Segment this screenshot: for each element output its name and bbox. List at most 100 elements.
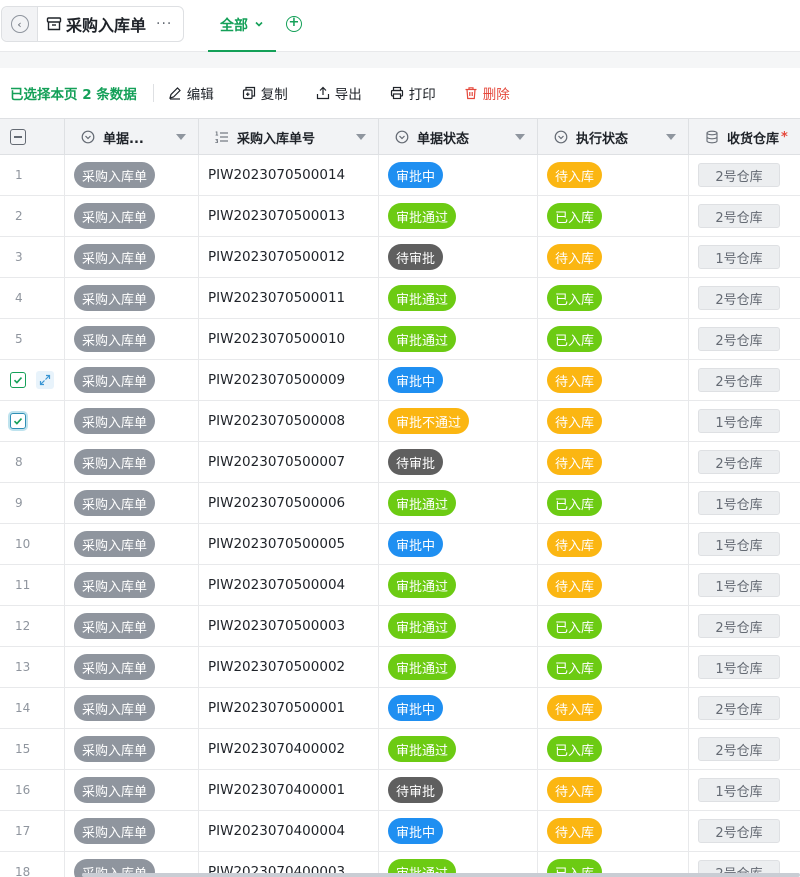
- warehouse-cell[interactable]: 1号仓库: [689, 770, 800, 810]
- more-options-button[interactable]: ···: [156, 16, 172, 32]
- column-menu-caret-icon[interactable]: [666, 134, 676, 140]
- print-button[interactable]: 打印: [390, 83, 436, 103]
- doc-status-cell[interactable]: 审批通过: [379, 319, 538, 359]
- header-select-all[interactable]: [0, 119, 65, 155]
- horizontal-scrollbar[interactable]: [82, 873, 800, 877]
- edit-button[interactable]: 编辑: [168, 83, 214, 103]
- table-row[interactable]: 10 采购入库单 PIW2023070500005 审批中 待入库 1号仓库: [0, 524, 800, 565]
- exec-status-cell[interactable]: 待入库: [538, 401, 689, 441]
- doc-status-cell[interactable]: 审批通过: [379, 565, 538, 605]
- exec-status-cell[interactable]: 待入库: [538, 360, 689, 400]
- exec-status-cell[interactable]: 已入库: [538, 196, 689, 236]
- table-row[interactable]: 15 采购入库单 PIW2023070400002 审批通过 已入库 2号仓库: [0, 729, 800, 770]
- table-row[interactable]: 2 采购入库单 PIW2023070500013 审批通过 已入库 2号仓库: [0, 196, 800, 237]
- doc-type-cell[interactable]: 采购入库单: [65, 565, 199, 605]
- doc-status-cell[interactable]: 审批不通过: [379, 401, 538, 441]
- table-row[interactable]: 12 采购入库单 PIW2023070500003 审批通过 已入库 2号仓库: [0, 606, 800, 647]
- doc-type-cell[interactable]: 采购入库单: [65, 155, 199, 195]
- warehouse-cell[interactable]: 2号仓库: [689, 360, 800, 400]
- doc-type-cell[interactable]: 采购入库单: [65, 811, 199, 851]
- warehouse-cell[interactable]: 1号仓库: [689, 647, 800, 687]
- doc-number-cell[interactable]: PIW2023070500002: [199, 647, 379, 687]
- exec-status-cell[interactable]: 待入库: [538, 524, 689, 564]
- doc-type-cell[interactable]: 采购入库单: [65, 237, 199, 277]
- doc-type-cell[interactable]: 采购入库单: [65, 483, 199, 523]
- doc-type-cell[interactable]: 采购入库单: [65, 278, 199, 318]
- doc-number-cell[interactable]: PIW2023070500006: [199, 483, 379, 523]
- exec-status-cell[interactable]: 已入库: [538, 729, 689, 769]
- warehouse-cell[interactable]: 2号仓库: [689, 319, 800, 359]
- exec-status-cell[interactable]: 待入库: [538, 770, 689, 810]
- column-header-doc-type[interactable]: 单据...: [65, 119, 199, 155]
- doc-number-cell[interactable]: PIW2023070500011: [199, 278, 379, 318]
- doc-status-cell[interactable]: 审批通过: [379, 196, 538, 236]
- warehouse-cell[interactable]: 2号仓库: [689, 811, 800, 851]
- doc-type-cell[interactable]: 采购入库单: [65, 401, 199, 441]
- row-select-cell[interactable]: [0, 401, 65, 441]
- doc-status-cell[interactable]: 审批通过: [379, 729, 538, 769]
- exec-status-cell[interactable]: 待入库: [538, 688, 689, 728]
- warehouse-cell[interactable]: 2号仓库: [689, 155, 800, 195]
- doc-type-cell[interactable]: 采购入库单: [65, 319, 199, 359]
- exec-status-cell[interactable]: 已入库: [538, 278, 689, 318]
- doc-status-cell[interactable]: 审批中: [379, 360, 538, 400]
- column-header-warehouse[interactable]: 收货仓库 *: [689, 119, 800, 155]
- back-button[interactable]: ‹: [2, 7, 38, 41]
- column-menu-caret-icon[interactable]: [176, 134, 186, 140]
- doc-type-cell[interactable]: 采购入库单: [65, 524, 199, 564]
- doc-number-cell[interactable]: PIW2023070400001: [199, 770, 379, 810]
- doc-status-cell[interactable]: 审批中: [379, 524, 538, 564]
- doc-type-cell[interactable]: 采购入库单: [65, 196, 199, 236]
- table-row[interactable]: 1 采购入库单 PIW2023070500014 审批中 待入库 2号仓库: [0, 155, 800, 196]
- doc-type-cell[interactable]: 采购入库单: [65, 360, 199, 400]
- doc-number-cell[interactable]: PIW2023070500003: [199, 606, 379, 646]
- doc-number-cell[interactable]: PIW2023070500007: [199, 442, 379, 482]
- exec-status-cell[interactable]: 待入库: [538, 155, 689, 195]
- table-row[interactable]: 9 采购入库单 PIW2023070500006 审批通过 已入库 1号仓库: [0, 483, 800, 524]
- warehouse-cell[interactable]: 1号仓库: [689, 565, 800, 605]
- copy-button[interactable]: 复制: [242, 83, 288, 103]
- exec-status-cell[interactable]: 待入库: [538, 811, 689, 851]
- warehouse-cell[interactable]: 2号仓库: [689, 278, 800, 318]
- row-select-cell[interactable]: [0, 360, 65, 400]
- doc-status-cell[interactable]: 待审批: [379, 770, 538, 810]
- warehouse-cell[interactable]: 2号仓库: [689, 196, 800, 236]
- doc-number-cell[interactable]: PIW2023070500010: [199, 319, 379, 359]
- warehouse-cell[interactable]: 2号仓库: [689, 688, 800, 728]
- plus-circle-icon[interactable]: +: [286, 16, 302, 32]
- delete-button[interactable]: 删除: [464, 83, 510, 103]
- doc-number-cell[interactable]: PIW2023070500004: [199, 565, 379, 605]
- exec-status-cell[interactable]: 待入库: [538, 237, 689, 277]
- table-row[interactable]: 8 采购入库单 PIW2023070500007 待审批 待入库 2号仓库: [0, 442, 800, 483]
- doc-number-cell[interactable]: PIW2023070500012: [199, 237, 379, 277]
- table-row[interactable]: 13 采购入库单 PIW2023070500002 审批通过 已入库 1号仓库: [0, 647, 800, 688]
- column-menu-caret-icon[interactable]: [515, 134, 525, 140]
- table-row[interactable]: 4 采购入库单 PIW2023070500011 审批通过 已入库 2号仓库: [0, 278, 800, 319]
- column-menu-caret-icon[interactable]: [356, 134, 366, 140]
- doc-type-cell[interactable]: 采购入库单: [65, 729, 199, 769]
- doc-number-cell[interactable]: PIW2023070500009: [199, 360, 379, 400]
- doc-type-cell[interactable]: 采购入库单: [65, 688, 199, 728]
- doc-status-cell[interactable]: 审批中: [379, 155, 538, 195]
- warehouse-cell[interactable]: 2号仓库: [689, 729, 800, 769]
- doc-type-cell[interactable]: 采购入库单: [65, 770, 199, 810]
- doc-type-cell[interactable]: 采购入库单: [65, 647, 199, 687]
- column-header-doc-status[interactable]: 单据状态: [379, 119, 538, 155]
- table-row[interactable]: 采购入库单 PIW2023070500009 审批中 待入库 2号仓库: [0, 360, 800, 401]
- doc-status-cell[interactable]: 审批通过: [379, 278, 538, 318]
- doc-number-cell[interactable]: PIW2023070500008: [199, 401, 379, 441]
- doc-number-cell[interactable]: PIW2023070500014: [199, 155, 379, 195]
- doc-status-cell[interactable]: 审批中: [379, 688, 538, 728]
- warehouse-cell[interactable]: 1号仓库: [689, 237, 800, 277]
- column-header-exec-status[interactable]: 执行状态: [538, 119, 689, 155]
- exec-status-cell[interactable]: 待入库: [538, 442, 689, 482]
- exec-status-cell[interactable]: 已入库: [538, 606, 689, 646]
- row-checkbox-checked[interactable]: [10, 413, 26, 429]
- table-row[interactable]: 5 采购入库单 PIW2023070500010 审批通过 已入库 2号仓库: [0, 319, 800, 360]
- warehouse-cell[interactable]: 1号仓库: [689, 401, 800, 441]
- doc-type-cell[interactable]: 采购入库单: [65, 606, 199, 646]
- doc-status-cell[interactable]: 审批通过: [379, 483, 538, 523]
- warehouse-cell[interactable]: 2号仓库: [689, 442, 800, 482]
- exec-status-cell[interactable]: 待入库: [538, 565, 689, 605]
- warehouse-cell[interactable]: 2号仓库: [689, 606, 800, 646]
